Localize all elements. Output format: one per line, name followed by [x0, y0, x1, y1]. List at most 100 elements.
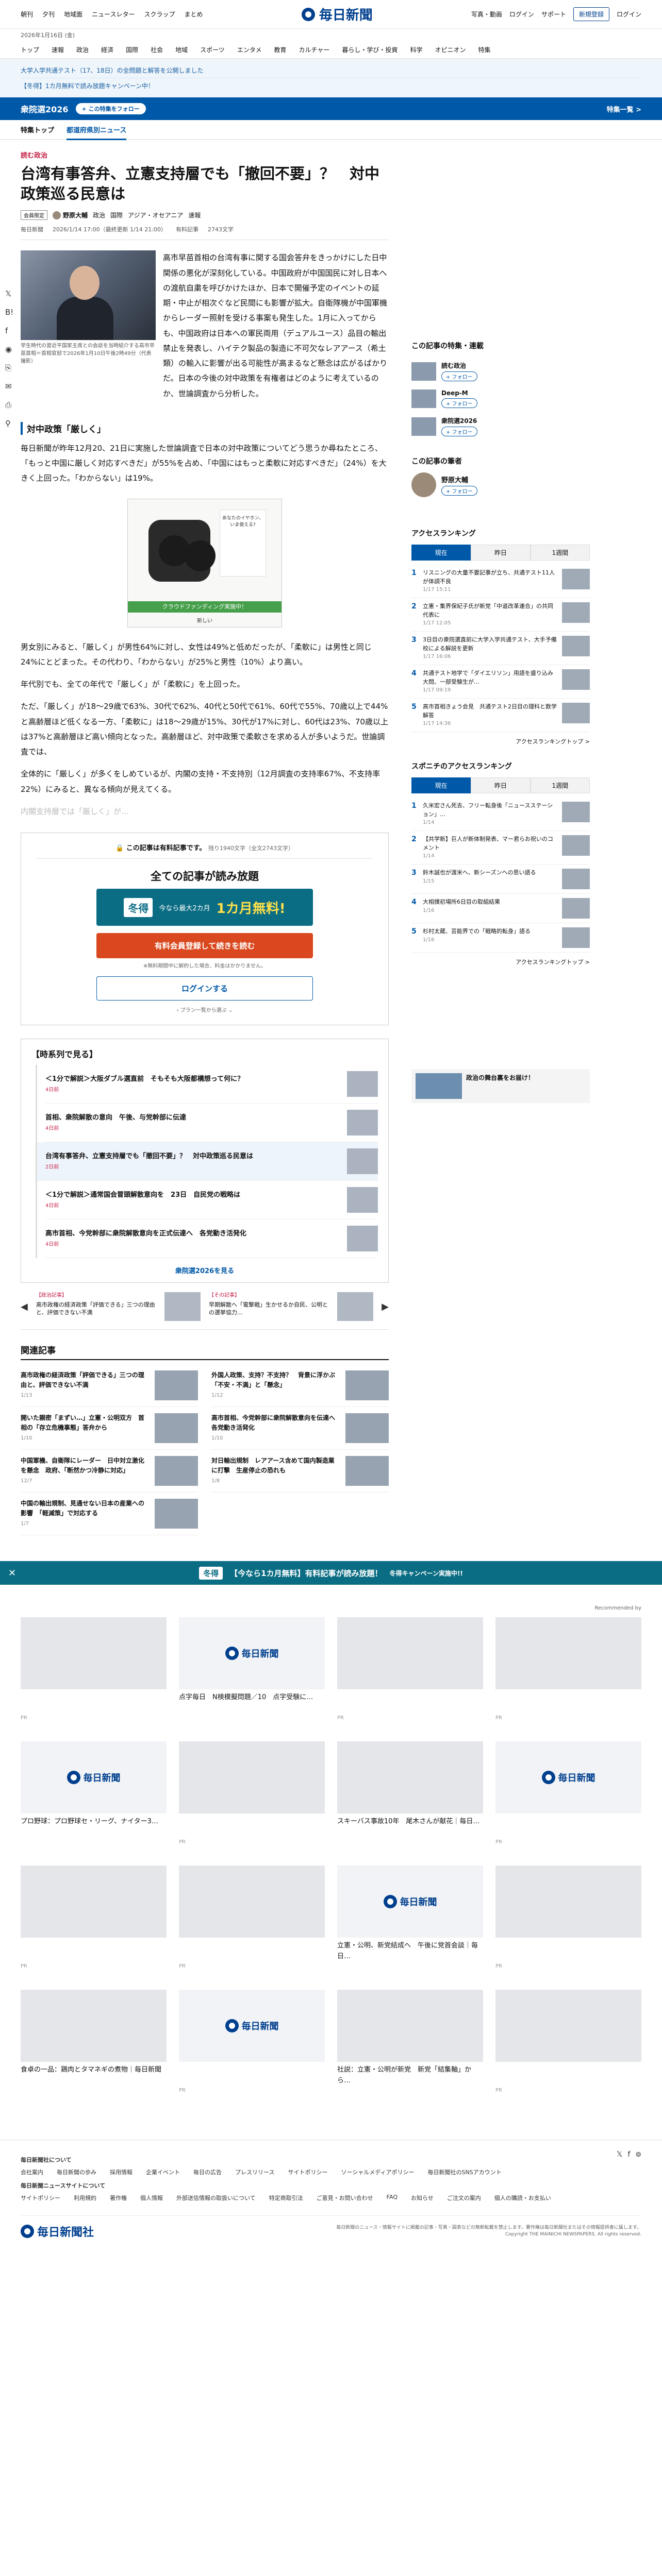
- writer-follow-button[interactable]: + フォロー: [441, 485, 477, 496]
- footer-link[interactable]: 個人の購読・お支払い: [494, 2194, 551, 2202]
- category-link[interactable]: 国際: [126, 45, 138, 54]
- related-item[interactable]: 高市政権の経済政策「評価できる」三つの理由と、評価できない不満 1/13: [21, 1364, 198, 1408]
- header-link-newsletter[interactable]: ニュースレター: [92, 10, 135, 19]
- line-share-icon[interactable]: ◉: [5, 345, 13, 354]
- category-link[interactable]: 地域: [175, 45, 188, 54]
- tab-now[interactable]: 現在: [411, 545, 471, 561]
- footer-link[interactable]: ソーシャルメディアポリシー: [341, 2168, 414, 2176]
- notice-exam[interactable]: 大学入学共通テスト（17、18日）の全問題と解答を公開しました: [21, 63, 641, 78]
- header-link-login-top[interactable]: ログイン: [509, 10, 534, 19]
- notice-campaign[interactable]: 【冬得】1カ月無料で読み放題キャンペーン中！: [21, 78, 641, 93]
- category-link[interactable]: カルチャー: [299, 45, 330, 54]
- feature-follow-button[interactable]: + フォロー: [441, 371, 477, 381]
- facebook-share-icon[interactable]: f: [5, 326, 13, 335]
- footer-link[interactable]: 著作権: [110, 2194, 127, 2202]
- related-item[interactable]: 開いた親密「まずい…」立憲・公明双方 首相の「存立危機事態」答弁から 1/10: [21, 1407, 198, 1450]
- category-link[interactable]: 教育: [274, 45, 287, 54]
- category-link[interactable]: 科学: [410, 45, 422, 54]
- category-link[interactable]: 暮らし・学び・投資: [342, 45, 398, 54]
- ranking-item[interactable]: 1 リスニングの大量不要記事が立ち、共通テスト11人が体調不良 1/17 15:11: [411, 565, 590, 598]
- header-link-evening[interactable]: 夕刊: [42, 10, 55, 19]
- header-link-morning[interactable]: 朝刊: [21, 10, 33, 19]
- series-more-link[interactable]: 衆院選2026を見る: [31, 1258, 378, 1277]
- carousel-next-icon[interactable]: ▶: [382, 1301, 389, 1312]
- footer-logo[interactable]: 毎日新聞社: [21, 2223, 94, 2240]
- header-link-local[interactable]: 地域面: [64, 10, 82, 19]
- tab-feature-top[interactable]: 特集トップ: [21, 125, 54, 134]
- footer-link[interactable]: プレスリリース: [235, 2168, 274, 2176]
- category-link[interactable]: オピニオン: [435, 45, 466, 54]
- rss-icon[interactable]: ⊚: [635, 2150, 641, 2159]
- author-link[interactable]: 野原大輔: [53, 211, 88, 219]
- ranking-item[interactable]: 1 久米宏さん死去、フリー転身後「ニュースステーション」… 1/14: [411, 798, 590, 831]
- category-link[interactable]: 政治: [76, 45, 89, 54]
- category-link[interactable]: 経済: [101, 45, 113, 54]
- sports-ranking-more-link[interactable]: アクセスランキングトップ >: [411, 958, 590, 966]
- footer-link[interactable]: ご注文の案内: [447, 2194, 481, 2202]
- recommend-card[interactable]: PR: [337, 1617, 483, 1721]
- ranking-item[interactable]: 3 鈴木誠也が渡米へ、新シーズンへの思い語る 1/15: [411, 865, 590, 894]
- tab-week[interactable]: 1週間: [530, 545, 590, 561]
- recommend-card[interactable]: PR: [495, 1990, 641, 2093]
- bottom-campaign-bar[interactable]: ✕ 冬得 【今なら1カ月無料】有料記事が読み放題！ 冬得キャンペーン実施中!!: [0, 1561, 662, 1585]
- close-icon[interactable]: ✕: [8, 1568, 16, 1579]
- related-item[interactable]: 高市首相、今党幹部に衆院解散意向を伝達へ 各党動き活発化 1/10: [211, 1407, 389, 1450]
- footer-link[interactable]: お知らせ: [411, 2194, 434, 2202]
- feature-list-link[interactable]: 特集一覧 >: [607, 104, 641, 114]
- site-logo[interactable]: 毎日新聞: [301, 5, 373, 24]
- recommend-card[interactable]: PR: [495, 1617, 641, 1721]
- series-item[interactable]: ＜1分で解説＞大阪ダブル選直前 そもそも大阪都構想って何に？ 4日前: [45, 1065, 378, 1104]
- ranking-item[interactable]: 4 大相撲初場所6日目の取組結果 1/16: [411, 894, 590, 923]
- header-link-scrap[interactable]: スクラップ: [144, 10, 175, 19]
- footer-link[interactable]: サイトポリシー: [288, 2168, 327, 2176]
- feature-item[interactable]: 読む政治 + フォロー: [411, 357, 590, 385]
- header-link-support[interactable]: サポート: [541, 10, 566, 19]
- recommend-card[interactable]: PR: [21, 1617, 167, 1721]
- ranking-item[interactable]: 4 共通テスト地学で「ダイエリソン」用語を盛り込み大問、一部受験生が… 1/17 0…: [411, 665, 590, 699]
- register-button[interactable]: 新規登録: [573, 7, 609, 21]
- series-item[interactable]: 高市首相、今党幹部に衆院解散意向を正式伝達へ 各党動き活発化 4日前: [45, 1219, 378, 1259]
- footer-link[interactable]: サイトポリシー: [21, 2194, 60, 2202]
- tag-breaking[interactable]: 速報: [188, 211, 201, 219]
- ranking-item[interactable]: 3 3日目の衆院選直前に大学入学共通テスト、大手予備校による解説を更新 1/17 1…: [411, 632, 590, 665]
- article-category[interactable]: 読む政治: [21, 150, 389, 160]
- recommend-card[interactable]: PR: [179, 1866, 325, 1969]
- footer-link[interactable]: 毎日新聞の歩み: [57, 2168, 96, 2176]
- paywall-login-button[interactable]: ログインする: [96, 976, 313, 1001]
- recommend-card[interactable]: スキーバス事故10年 尾木さんが献花｜毎日…: [337, 1741, 483, 1845]
- related-item[interactable]: 対日輸出規制 レアアース含めて国内製造業に打撃 生産停止の恐れも 1/8: [211, 1450, 389, 1493]
- recommend-card[interactable]: 社説：立憲・公明が新党 新党「結集軸」から…: [337, 1990, 483, 2093]
- feature-follow-button[interactable]: + フォロー: [441, 398, 477, 408]
- footer-link[interactable]: 毎日新聞社のSNSアカウント: [427, 2168, 501, 2176]
- ranking-item[interactable]: 5 杉村太蔵、芸能界での「戦略的転身」語る 1/16: [411, 923, 590, 953]
- feature-item[interactable]: 衆院選2026 + フォロー: [411, 412, 590, 440]
- bookmark-icon[interactable]: ⚲: [5, 419, 13, 428]
- tag-international[interactable]: 国際: [110, 211, 123, 219]
- x-share-icon[interactable]: 𝕏: [5, 289, 13, 298]
- recommend-card[interactable]: 毎日新聞 プロ野球：プロ野球セ・リーグ、ナイター3…: [21, 1741, 167, 1845]
- category-link[interactable]: スポーツ: [200, 45, 225, 54]
- footer-link[interactable]: ご意見・お問い合わせ: [317, 2194, 373, 2202]
- ad-banner[interactable]: あなたのイヤホン、いま使える? クラウドファンディング実施中！ 新しい: [127, 498, 282, 628]
- recommend-card[interactable]: 毎日新聞 PR: [179, 1990, 325, 2093]
- facebook-icon[interactable]: f: [627, 2150, 630, 2159]
- series-item[interactable]: 首相、衆院解散の意向 午後、与党幹部に伝達 4日前: [45, 1104, 378, 1143]
- related-item[interactable]: 中国軍機、自衛隊にレーダー 日中対立激化を懸念 政府、「断然かつ冷静に対応」 12…: [21, 1450, 198, 1493]
- ranking-item[interactable]: 2 立憲・集界保紀子氏が新党「中道改革連合」の共同代表に 1/17 12:05: [411, 598, 590, 632]
- series-item[interactable]: ＜1分で解説＞通常国会冒頭解散意向を 23日 自民党の戦略は 4日前: [45, 1181, 378, 1220]
- footer-link[interactable]: 企業イベント: [146, 2168, 180, 2176]
- footer-link[interactable]: 利用規約: [74, 2194, 96, 2202]
- category-link[interactable]: 社会: [151, 45, 163, 54]
- sports-tab-now[interactable]: 現在: [411, 777, 471, 793]
- footer-link[interactable]: 外部送信情報の取扱いについて: [176, 2194, 256, 2202]
- article-photo[interactable]: [21, 250, 156, 341]
- footer-link[interactable]: 毎日の広告: [193, 2168, 222, 2176]
- recommend-card[interactable]: 毎日新聞 立憲・公明、新党結成へ 午後に党首会談｜毎日…: [337, 1866, 483, 1969]
- writer-card[interactable]: 野原大輔 + フォロー: [411, 472, 590, 497]
- header-link-photo[interactable]: 写真・動画: [471, 10, 502, 19]
- footer-link[interactable]: 採用情報: [110, 2168, 133, 2176]
- tab-yesterday[interactable]: 昨日: [471, 545, 531, 561]
- tab-prefecture-news[interactable]: 都道府県別ニュース: [67, 125, 127, 140]
- ranking-more-link[interactable]: アクセスランキングトップ >: [411, 737, 590, 745]
- hatena-share-icon[interactable]: B!: [5, 308, 13, 317]
